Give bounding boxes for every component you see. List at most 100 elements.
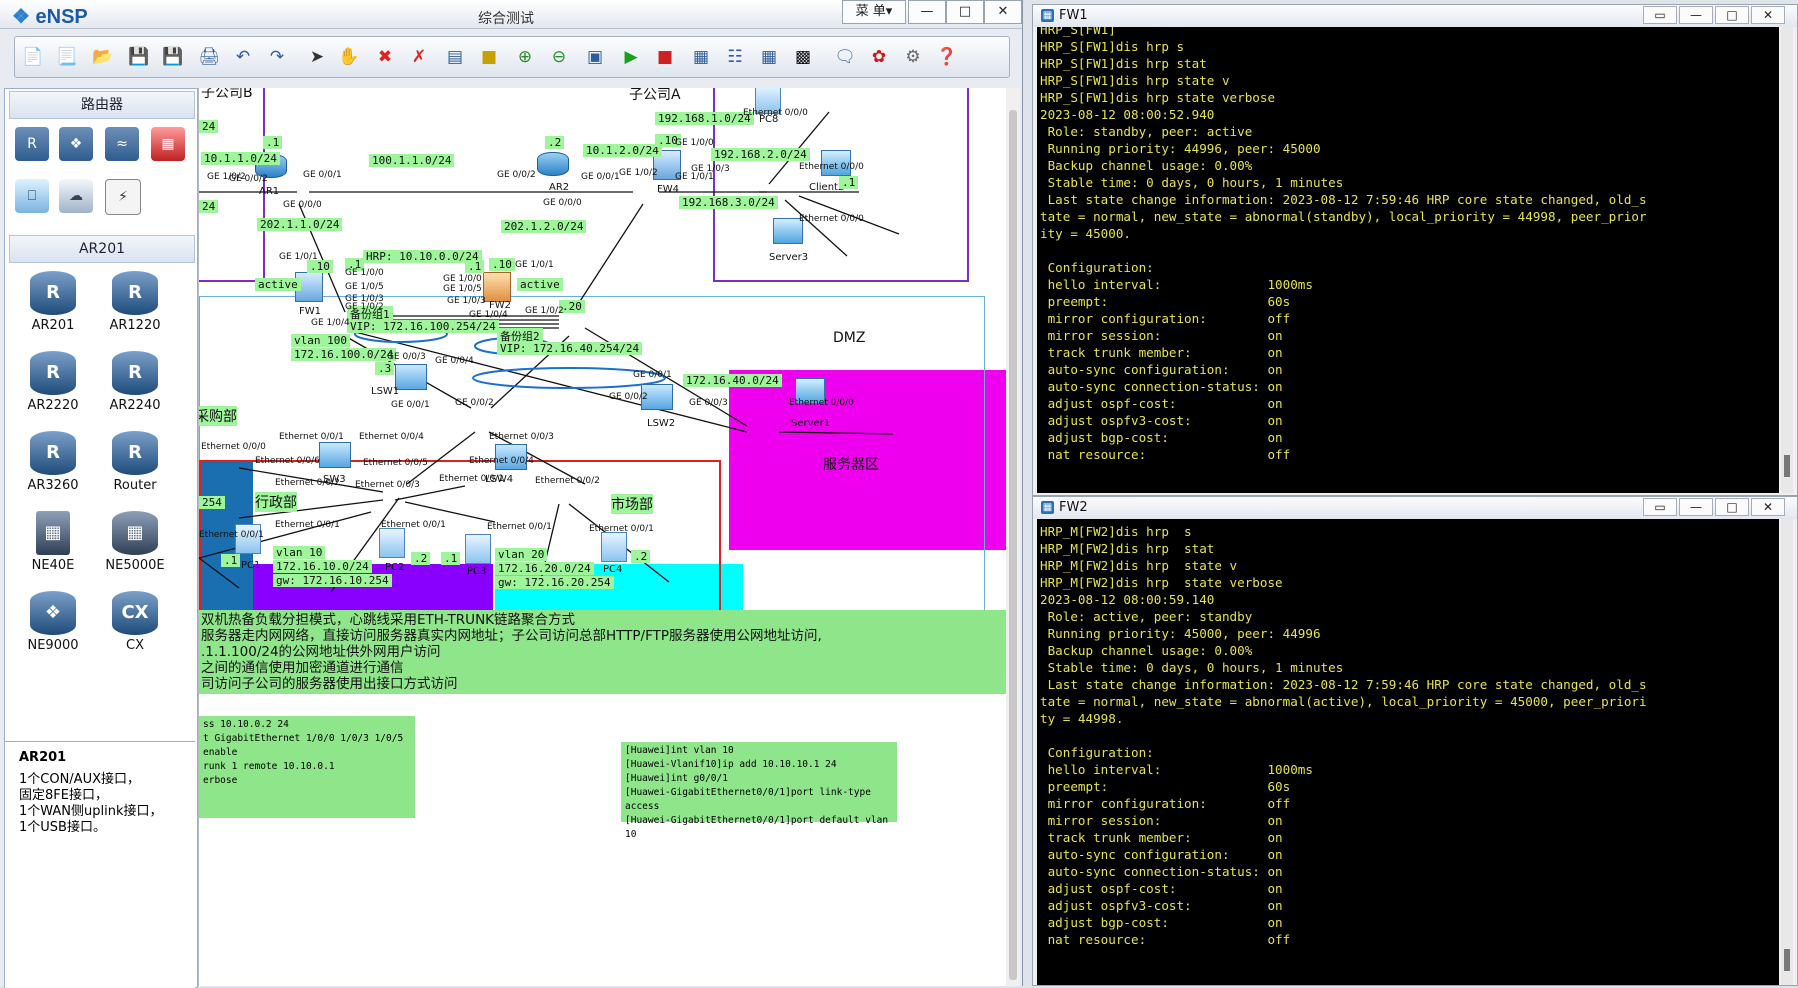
cloud-category-icon[interactable]: ☁ [59, 179, 93, 213]
port-p28: GE 0/0/1 [633, 370, 672, 380]
fw2-console-window: ▦ FW2 ▭ — □ ✕ HRP_M[FW2]dis hrp s HRP_M[… [1032, 496, 1798, 986]
port-p23: GE 1/0/2 [525, 306, 564, 316]
open-icon[interactable]: 📂 [91, 45, 115, 69]
new-topo-icon[interactable]: 📄 [21, 45, 45, 69]
close-button[interactable]: ✕ [984, 0, 1022, 24]
device-ar2240[interactable]: R AR2240 [95, 351, 175, 413]
fit-icon[interactable]: ▣ [583, 45, 607, 69]
zoom-out-icon[interactable]: ⊖ [547, 45, 571, 69]
capture-icon[interactable]: ▦ [689, 45, 713, 69]
fw2-scroll-thumb[interactable] [1784, 949, 1790, 971]
canvas-scroll-thumb[interactable] [1009, 110, 1017, 980]
port-p37: Ethernet 0/0/3 [489, 432, 554, 442]
console-icon: ▦ [1041, 501, 1054, 514]
fw1-minimize-button[interactable]: — [1679, 6, 1713, 24]
switch-category-icon[interactable]: ❖ [59, 127, 93, 161]
fw2-scrollbar[interactable] [1781, 519, 1793, 985]
device-server3-label: Server3 [769, 252, 809, 263]
device-ne9000[interactable]: ❖ NE9000 [13, 591, 93, 653]
firewall-category-icon[interactable]: ▦ [151, 127, 185, 161]
pc4-icon[interactable] [601, 532, 627, 562]
firewall-fw2-icon[interactable] [483, 272, 511, 302]
redo-icon[interactable]: ↷ [265, 45, 289, 69]
minimize-button[interactable]: — [908, 0, 946, 24]
delete-all-icon[interactable]: ✗ [407, 45, 431, 69]
stop-icon[interactable]: ■ [653, 45, 677, 69]
fw1-scrollbar[interactable] [1781, 27, 1793, 493]
console-icon[interactable]: ▩ [791, 45, 815, 69]
device-ar201[interactable]: R AR201 [13, 271, 93, 333]
device-router[interactable]: R Router [95, 431, 175, 493]
rectangle-icon[interactable]: ■ [477, 45, 501, 69]
save-icon[interactable]: 💾 [127, 45, 151, 69]
save-as-icon[interactable]: 💾 [161, 45, 185, 69]
fw1-terminal[interactable]: HRP_S[FW1] HRP_S[FW1]dis hrp s HRP_S[FW1… [1037, 27, 1779, 493]
router-category-icon[interactable]: R [15, 127, 49, 161]
device-ar1220[interactable]: R AR1220 [95, 271, 175, 333]
port-p34: Ethernet 0/0/0 [799, 162, 864, 172]
fw1-console-window: ▦ FW1 ▭ — □ ✕ HRP_S[FW1] HRP_S[FW1]dis h… [1032, 4, 1798, 496]
device-lsw1-label: LSW1 [371, 386, 400, 397]
start-icon[interactable]: ▶ [619, 45, 643, 69]
switch-sw3-icon[interactable] [319, 442, 351, 468]
port-p9: GE 1/0/1 [675, 172, 714, 182]
chat-icon[interactable]: 🗨 [833, 45, 857, 69]
pc-category-icon[interactable]: ⎕ [15, 179, 49, 213]
port-p6: GE 1/0/2 [619, 168, 658, 178]
device-ne40e[interactable]: ▦ NE40E [13, 511, 93, 573]
device-ar3260[interactable]: R AR3260 [13, 431, 93, 493]
router-ar2-icon[interactable] [537, 152, 569, 176]
device-cx[interactable]: CX CX [95, 591, 175, 653]
print-icon[interactable]: 🖨 [197, 45, 221, 69]
zoom-in-icon[interactable]: ⊕ [513, 45, 537, 69]
device-ar1-label: AR1 [259, 186, 280, 197]
label-n11: active [517, 278, 563, 291]
device-ne5000e[interactable]: ▦ NE5000E [95, 511, 175, 573]
port-p20: GE 1/0/5 [443, 284, 482, 294]
text-icon[interactable]: ▤ [443, 45, 467, 69]
info-text: 1个CON/AUX接口， 固定8FE接口， 1个WAN侧uplink接口， 1个… [19, 772, 163, 835]
port-p12: GE 1/0/1 [279, 252, 318, 262]
port-p49: Ethernet 0/0/0 [799, 214, 864, 224]
dot-fw2-up: .1 [465, 260, 485, 273]
fw2-terminal[interactable]: HRP_M[FW2]dis hrp s HRP_M[FW2]dis hrp st… [1037, 519, 1779, 985]
hand-icon[interactable]: ✋ [337, 45, 361, 69]
fw1-restore-button[interactable]: ▭ [1643, 6, 1677, 24]
fw1-maximize-button[interactable]: □ [1715, 6, 1749, 24]
fw2-minimize-button[interactable]: — [1679, 498, 1713, 516]
menu-button[interactable]: 菜 单▾ [842, 0, 906, 24]
device-ar2220[interactable]: R AR2220 [13, 351, 93, 413]
dot-pc2: .2 [411, 552, 431, 565]
select-icon[interactable]: ➤ [305, 45, 329, 69]
fw2-title: FW2 [1059, 500, 1088, 515]
label-n5: 192.168.2.0/24 [711, 148, 810, 161]
port-p35: Ethernet 0/0/1 [279, 432, 344, 442]
port-p36: Ethernet 0/0/4 [359, 432, 424, 442]
new-sub-icon[interactable]: 📃 [55, 45, 79, 69]
topology-canvas[interactable]: AR1 AR2 FW4 FW1 FW2 LSW1 LSW2 SW3 LSW4 P… [198, 88, 1007, 986]
fw1-close-button[interactable]: ✕ [1751, 6, 1785, 24]
maximize-button[interactable]: □ [946, 0, 984, 24]
port-p46: Ethernet 0/0/1 [381, 520, 446, 530]
topo-icon[interactable]: ☷ [723, 45, 747, 69]
grid-icon[interactable]: ▦ [757, 45, 781, 69]
pc2-icon[interactable] [379, 528, 405, 558]
cable-category-icon[interactable]: ⚡ [105, 179, 141, 215]
label-n23: 172.16.20.0/24 [495, 562, 594, 575]
fw1-scroll-thumb[interactable] [1784, 455, 1790, 477]
help-icon[interactable]: ❓ [935, 45, 959, 69]
fw2-restore-button[interactable]: ▭ [1643, 498, 1677, 516]
pc3-icon[interactable] [465, 534, 491, 564]
fw2-close-button[interactable]: ✕ [1751, 498, 1785, 516]
switch-lsw1-icon[interactable] [395, 364, 427, 390]
delete-icon[interactable]: ✖ [373, 45, 397, 69]
wlan-category-icon[interactable]: ≈ [105, 127, 139, 161]
section-routers[interactable]: 路由器 [9, 91, 195, 119]
label-n9: HRP: 10.10.0.0/24 [363, 250, 482, 263]
fw1-title: FW1 [1059, 8, 1088, 23]
huawei-icon[interactable]: ✿ [867, 45, 891, 69]
section-ar201[interactable]: AR201 [9, 235, 195, 263]
settings-icon[interactable]: ⚙ [901, 45, 925, 69]
undo-icon[interactable]: ↶ [231, 45, 255, 69]
fw2-maximize-button[interactable]: □ [1715, 498, 1749, 516]
